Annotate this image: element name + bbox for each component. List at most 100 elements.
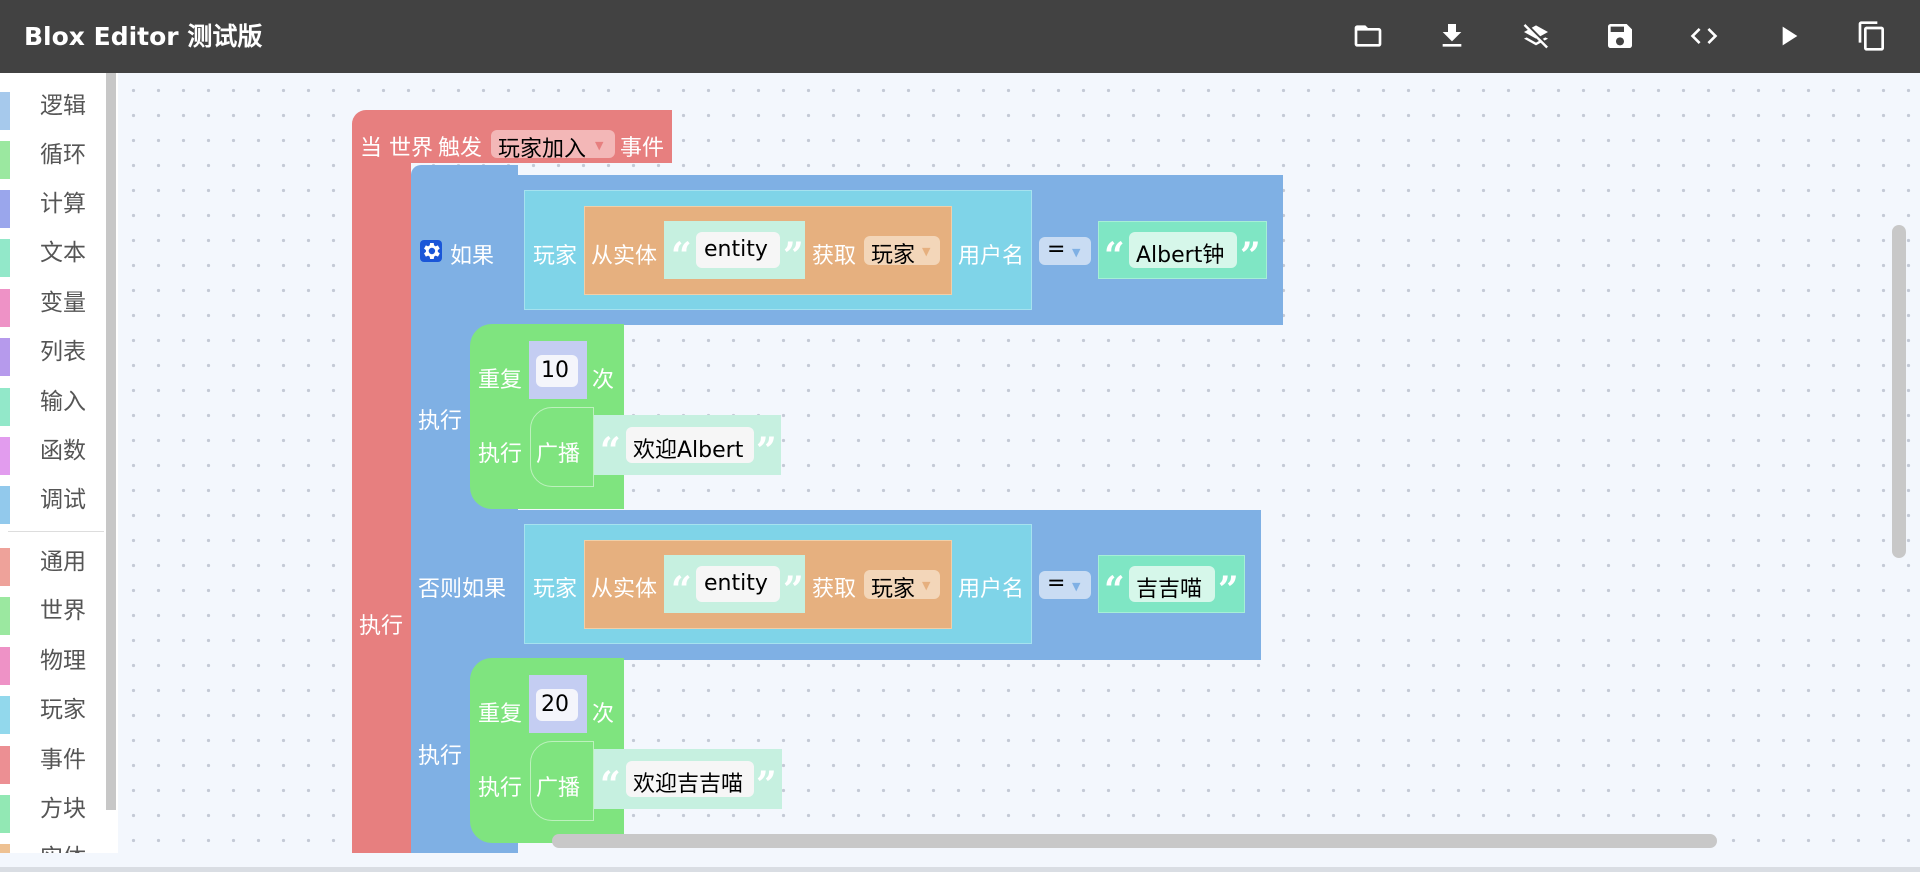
chevron-down-icon: ▼ xyxy=(922,245,931,258)
message-text-field[interactable]: 欢迎吉吉喵 xyxy=(626,761,754,797)
get-label: 获取 xyxy=(812,244,857,269)
gear-icon[interactable] xyxy=(420,240,442,262)
clear-layers-button[interactable] xyxy=(1514,14,1558,58)
event-block-body[interactable] xyxy=(352,163,411,853)
message-text-value: 欢迎吉吉喵 xyxy=(633,772,744,797)
category-loops[interactable]: 循环 xyxy=(0,131,108,180)
category-label: 文本 xyxy=(40,240,86,266)
category-text[interactable]: 文本 xyxy=(0,229,108,278)
event-world-label: 世界 xyxy=(389,136,434,161)
category-color xyxy=(0,844,10,853)
workspace-vertical-scrollbar[interactable] xyxy=(1892,225,1906,558)
save-icon xyxy=(1608,24,1632,48)
player-label: 玩家 xyxy=(533,244,578,269)
close-quote-icon: ” xyxy=(1240,235,1261,277)
message-text-field[interactable]: 欢迎Albert xyxy=(626,427,754,463)
play-icon xyxy=(1782,26,1798,46)
category-color xyxy=(0,597,10,635)
chevron-down-icon: ▼ xyxy=(595,139,604,152)
repeat-label: 重复 xyxy=(478,702,523,727)
entity-type-dropdown[interactable]: 玩家 ▼ xyxy=(864,236,940,268)
operator-dropdown[interactable]: = ▼ xyxy=(1039,571,1091,599)
broadcast-label: 广播 xyxy=(536,776,581,801)
run-button[interactable] xyxy=(1766,14,1810,58)
category-variables[interactable]: 变量 xyxy=(0,279,108,328)
category-label: 逻辑 xyxy=(40,93,86,119)
entity-text-field[interactable]: entity xyxy=(696,566,780,602)
repeat-unit-label: 次 xyxy=(592,702,615,727)
player-label: 玩家 xyxy=(533,577,578,602)
category-color xyxy=(0,795,10,833)
chevron-down-icon: ▼ xyxy=(922,579,931,592)
save-button[interactable] xyxy=(1598,14,1642,58)
category-color xyxy=(0,696,10,734)
category-color xyxy=(0,239,10,277)
else-if-label: 否则如果 xyxy=(418,577,507,602)
category-color xyxy=(0,338,10,376)
category-label: 世界 xyxy=(40,598,86,624)
operator-dropdown[interactable]: = ▼ xyxy=(1039,237,1091,265)
open-quote-icon: “ xyxy=(600,764,621,806)
message-text-value: 欢迎Albert xyxy=(633,438,744,463)
category-color xyxy=(0,190,10,228)
category-blocks[interactable]: 方块 xyxy=(0,785,108,834)
workspace-horizontal-scrollbar[interactable] xyxy=(552,834,1717,848)
category-entity[interactable]: 实体 xyxy=(0,834,108,853)
category-physics[interactable]: 物理 xyxy=(0,637,108,686)
category-logic[interactable]: 逻辑 xyxy=(0,82,108,131)
category-general[interactable]: 通用 xyxy=(0,538,108,587)
repeat-count-field[interactable]: 20 xyxy=(536,689,578,721)
code-button[interactable] xyxy=(1682,14,1726,58)
compare-text-value: Albert钟 xyxy=(1136,243,1225,268)
category-world[interactable]: 世界 xyxy=(0,587,108,636)
broadcast-label: 广播 xyxy=(536,442,581,467)
app-title: Blox Editor 测试版 xyxy=(24,22,263,51)
close-quote-icon: ” xyxy=(756,430,777,472)
repeat-count-value: 10 xyxy=(541,358,569,383)
event-type-dropdown[interactable]: 玩家加入 ▼ xyxy=(491,130,615,162)
category-color xyxy=(0,548,10,586)
category-lists[interactable]: 列表 xyxy=(0,328,108,377)
close-quote-icon: ” xyxy=(756,764,777,806)
from-entity-label: 从实体 xyxy=(591,244,658,269)
category-color xyxy=(0,437,10,475)
get-label: 获取 xyxy=(812,577,857,602)
open-quote-icon: “ xyxy=(671,569,692,611)
category-math[interactable]: 计算 xyxy=(0,180,108,229)
category-debug[interactable]: 调试 xyxy=(0,476,108,525)
category-label: 调试 xyxy=(40,487,86,513)
repeat-do-label: 执行 xyxy=(478,776,523,801)
compare-text-value: 吉吉喵 xyxy=(1136,577,1203,602)
open-folder-button[interactable] xyxy=(1346,14,1390,58)
layers-off-icon xyxy=(1523,22,1550,49)
category-label: 物理 xyxy=(40,648,86,674)
compare-text-field[interactable]: 吉吉喵 xyxy=(1129,566,1215,602)
copy-button[interactable] xyxy=(1850,14,1894,58)
event-when-label: 当 xyxy=(360,136,383,161)
category-functions[interactable]: 函数 xyxy=(0,427,108,476)
else-if-do-label: 执行 xyxy=(418,744,463,769)
repeat-unit-label: 次 xyxy=(592,368,615,393)
operator-value: = xyxy=(1047,237,1066,262)
category-label: 方块 xyxy=(40,796,86,822)
compare-text-field[interactable]: Albert钟 xyxy=(1129,232,1237,268)
event-do-label: 执行 xyxy=(359,614,404,639)
repeat-count-value: 20 xyxy=(541,692,569,717)
sidebar-scrollbar[interactable] xyxy=(106,73,116,810)
category-divider xyxy=(8,531,104,532)
entity-text-field[interactable]: entity xyxy=(696,232,780,268)
category-player[interactable]: 玩家 xyxy=(0,686,108,735)
close-quote-icon: ” xyxy=(783,235,804,277)
repeat-do-label: 执行 xyxy=(478,442,523,467)
category-color xyxy=(0,647,10,685)
category-color xyxy=(0,92,10,130)
username-label: 用户名 xyxy=(958,577,1025,602)
category-events[interactable]: 事件 xyxy=(0,736,108,785)
category-input[interactable]: 输入 xyxy=(0,378,108,427)
workspace-canvas[interactable]: 当 世界 触发 玩家加入 ▼ 事件 执行 如果 执行 否则如果 执行 玩家 从实… xyxy=(118,73,1920,853)
entity-type-dropdown[interactable]: 玩家 ▼ xyxy=(864,570,940,602)
open-quote-icon: “ xyxy=(1104,235,1125,277)
repeat-count-field[interactable]: 10 xyxy=(536,355,578,387)
download-button[interactable] xyxy=(1430,14,1474,58)
entity-text-value: entity xyxy=(704,571,768,596)
